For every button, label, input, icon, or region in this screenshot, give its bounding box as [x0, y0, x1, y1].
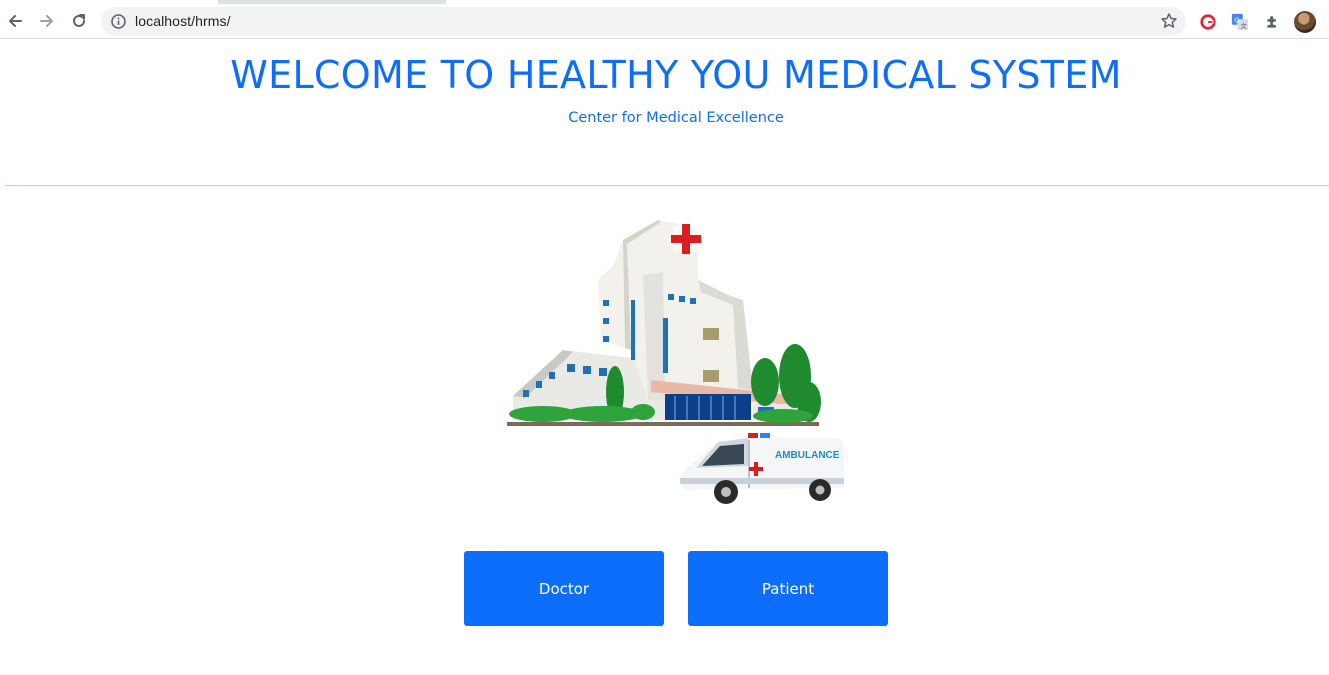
hospital-illustration	[507, 220, 821, 426]
ambulance-label: AMBULANCE	[775, 450, 840, 461]
back-icon	[9, 15, 22, 27]
reload-button[interactable]	[66, 8, 92, 34]
ambulance-illustration: AMBULANCE	[680, 433, 844, 504]
page-subtitle: Center for Medical Excellence	[568, 110, 784, 126]
page-title: WELCOME TO HEALTHY YOU MEDICAL SYSTEM	[230, 53, 1122, 97]
extensions-puzzle-icon[interactable]	[1262, 12, 1282, 32]
svg-text:G: G	[1234, 15, 1240, 24]
url-text[interactable]: localhost/hrms/	[135, 13, 231, 29]
profile-avatar[interactable]	[1294, 11, 1316, 33]
doctor-button[interactable]: Doctor	[464, 551, 664, 626]
browser-toolbar: localhost/hrms/ G文	[0, 4, 1329, 39]
patient-button[interactable]: Patient	[688, 551, 888, 626]
divider	[5, 185, 1329, 186]
grammarly-extension-icon[interactable]	[1198, 12, 1218, 32]
info-icon[interactable]	[110, 13, 127, 30]
bookmark-star-icon[interactable]	[1160, 12, 1178, 30]
google-translate-extension-icon[interactable]: G文	[1230, 12, 1250, 32]
svg-text:文: 文	[1240, 21, 1247, 30]
page-content: WELCOME TO HEALTHY YOU MEDICAL SYSTEM Ce…	[0, 40, 1329, 675]
reload-icon	[73, 14, 85, 27]
forward-icon	[40, 15, 53, 27]
forward-button[interactable]	[34, 8, 60, 34]
address-bar[interactable]: localhost/hrms/	[101, 7, 1186, 36]
back-button[interactable]	[2, 8, 28, 34]
